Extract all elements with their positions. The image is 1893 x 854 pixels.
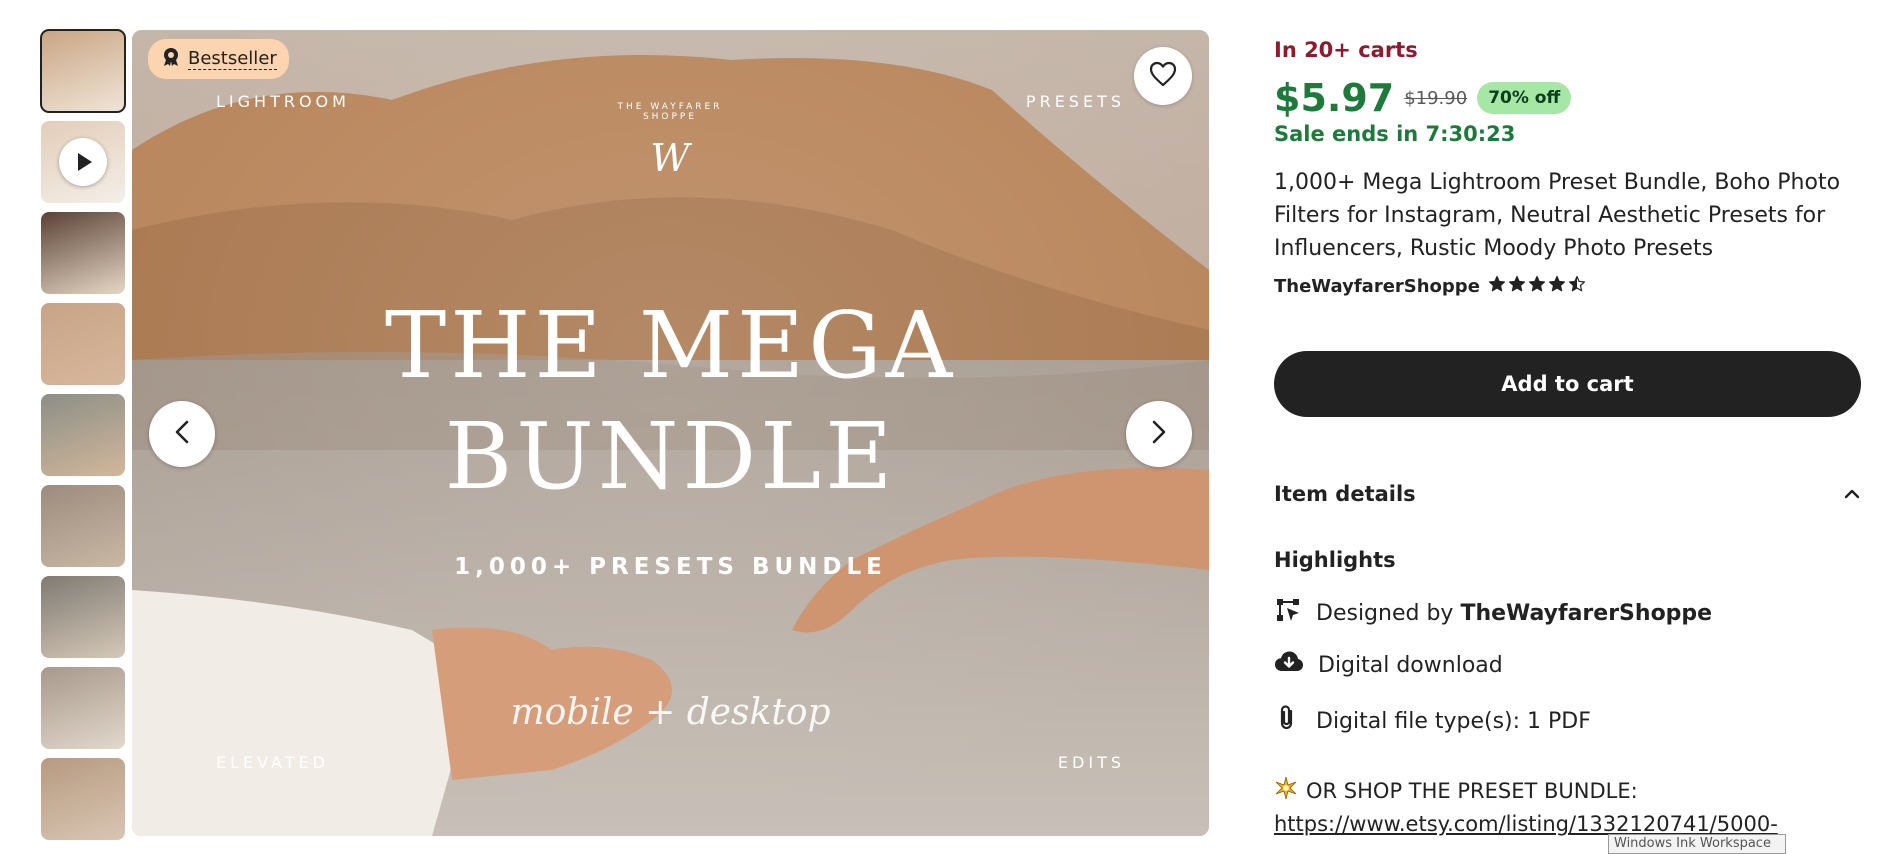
thumbnail-1[interactable] bbox=[40, 29, 126, 113]
designed-by-shop[interactable]: TheWayfarerShoppe bbox=[1460, 601, 1712, 626]
star-icon bbox=[1568, 275, 1586, 297]
corner-label-top-right: PRESETS bbox=[1025, 92, 1125, 111]
subline: 1,000+ PRESETS BUNDLE bbox=[454, 554, 887, 580]
thumbnail-2[interactable] bbox=[41, 121, 125, 203]
digital-download-text: Digital download bbox=[1318, 652, 1503, 678]
discount-badge: 70% off bbox=[1477, 82, 1572, 114]
rating-stars[interactable] bbox=[1488, 275, 1586, 297]
play-icon bbox=[59, 138, 107, 186]
listing-info-panel: In 20+ carts $5.97 $19.90 70% off Sale e… bbox=[1274, 0, 1864, 854]
digital-download-item: Digital download bbox=[1274, 650, 1503, 680]
star-icon bbox=[1508, 275, 1526, 297]
windows-ink-workspace-tooltip: Windows Ink Workspace bbox=[1608, 834, 1786, 854]
thumbnail-7[interactable] bbox=[41, 576, 125, 658]
previous-image-button[interactable] bbox=[149, 401, 215, 467]
corner-label-bottom-left: ELEVATED bbox=[216, 753, 329, 772]
main-listing-image[interactable]: LIGHTROOM PRESETS ELEVATED EDITS W THE W… bbox=[132, 30, 1209, 836]
heart-icon bbox=[1149, 61, 1177, 91]
bestseller-label: Bestseller bbox=[188, 47, 277, 70]
thumbnail-9[interactable] bbox=[41, 758, 125, 840]
thumbnail-strip bbox=[40, 29, 126, 849]
chevron-up-icon bbox=[1843, 485, 1861, 504]
shop-row: TheWayfarerShoppe bbox=[1274, 275, 1586, 297]
sparkle-icon bbox=[1274, 776, 1298, 805]
file-type-item: Digital file type(s): 1 PDF bbox=[1274, 704, 1591, 738]
thumbnail-4[interactable] bbox=[41, 303, 125, 385]
item-details-heading: Item details bbox=[1274, 482, 1416, 506]
logo-letter: W bbox=[650, 136, 690, 180]
file-type-text: Digital file type(s): 1 PDF bbox=[1316, 708, 1591, 734]
listing-title: 1,000+ Mega Lightroom Preset Bundle, Boh… bbox=[1274, 170, 1841, 261]
chevron-right-icon bbox=[1150, 419, 1168, 449]
favorite-button[interactable] bbox=[1134, 47, 1192, 105]
award-icon bbox=[162, 47, 180, 72]
paperclip-icon bbox=[1274, 704, 1302, 738]
star-icon bbox=[1488, 275, 1506, 297]
shop-bundle-line: OR SHOP THE PRESET BUNDLE: bbox=[1274, 776, 1638, 805]
cloud-download-icon bbox=[1274, 650, 1304, 680]
headline-line-2: BUNDLE bbox=[444, 403, 897, 510]
bundle-link[interactable]: https://www.etsy.com/listing/1332120741/… bbox=[1274, 812, 1778, 836]
thumbnail-5[interactable] bbox=[41, 394, 125, 476]
original-price: $19.90 bbox=[1404, 87, 1468, 109]
designed-by-text: Designed by TheWayfarerShoppe bbox=[1316, 601, 1712, 626]
corner-label-top-left: LIGHTROOM bbox=[216, 92, 350, 111]
headline-line-1: THE MEGA bbox=[384, 292, 957, 399]
thumbnail-8[interactable] bbox=[41, 667, 125, 749]
star-icon bbox=[1548, 275, 1566, 297]
corner-label-bottom-right: EDITS bbox=[1057, 753, 1125, 772]
sale-price: $5.97 bbox=[1274, 76, 1395, 120]
bestseller-badge: Bestseller bbox=[148, 39, 289, 79]
next-image-button[interactable] bbox=[1126, 401, 1192, 467]
thumbnail-6[interactable] bbox=[41, 485, 125, 567]
designed-by-prefix: Designed by bbox=[1316, 600, 1454, 626]
designed-by-item: Designed by TheWayfarerShoppe bbox=[1274, 596, 1712, 630]
design-tool-icon bbox=[1274, 596, 1302, 630]
shop-name-link[interactable]: TheWayfarerShoppe bbox=[1274, 276, 1480, 297]
shop-bundle-text: OR SHOP THE PRESET BUNDLE: bbox=[1306, 778, 1638, 803]
add-to-cart-button[interactable]: Add to cart bbox=[1274, 351, 1861, 417]
brand-logo: W THE WAYFARER SHOPPE bbox=[618, 102, 720, 208]
logo-ring-text: THE WAYFARER SHOPPE bbox=[617, 102, 723, 122]
sale-countdown: Sale ends in 7:30:23 bbox=[1274, 122, 1516, 146]
highlights-heading: Highlights bbox=[1274, 548, 1396, 572]
chevron-left-icon bbox=[173, 419, 191, 449]
cart-count-notice: In 20+ carts bbox=[1274, 38, 1418, 62]
item-details-toggle[interactable]: Item details bbox=[1274, 482, 1861, 506]
thumbnail-3[interactable] bbox=[41, 212, 125, 294]
script-text: mobile + desktop bbox=[510, 692, 831, 733]
star-icon bbox=[1528, 275, 1546, 297]
price-row: $5.97 $19.90 70% off bbox=[1274, 76, 1572, 120]
